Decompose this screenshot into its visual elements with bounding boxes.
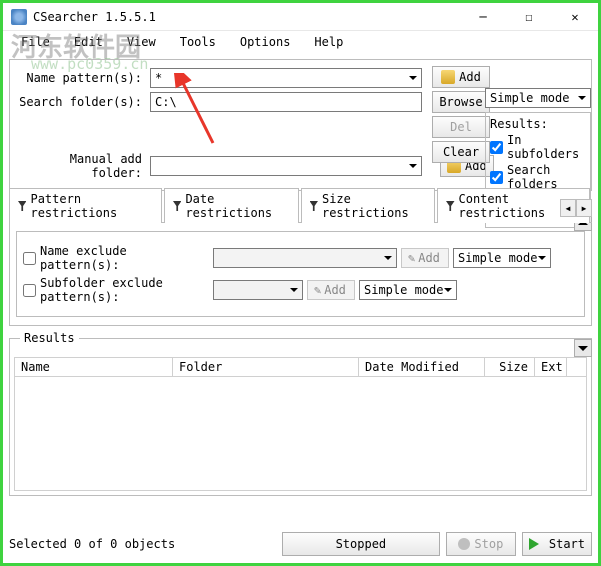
search-panel: Name pattern(s): * Search folder(s): C:\… bbox=[9, 59, 592, 191]
subfolder-exclude-combo[interactable] bbox=[213, 280, 303, 300]
maximize-button[interactable]: ☐ bbox=[506, 3, 552, 30]
menu-view[interactable]: View bbox=[115, 33, 168, 51]
status-stopped: Stopped bbox=[282, 532, 440, 556]
del-button[interactable]: Del bbox=[432, 116, 490, 138]
results-header: Name Folder Date Modified Size Ext bbox=[14, 357, 587, 377]
tab-pattern[interactable]: Pattern restrictions bbox=[9, 188, 162, 223]
funnel-icon bbox=[446, 201, 454, 211]
stop-icon bbox=[458, 538, 470, 550]
name-exclude-add[interactable]: ✎Add bbox=[401, 248, 449, 268]
menu-file[interactable]: File bbox=[9, 33, 62, 51]
search-folder-label: Search folder(s): bbox=[16, 95, 146, 109]
col-ext[interactable]: Ext bbox=[535, 358, 567, 376]
results-body[interactable] bbox=[14, 377, 587, 491]
stop-button[interactable]: Stop bbox=[446, 532, 516, 556]
panel-scroll-down[interactable] bbox=[574, 339, 592, 357]
col-name[interactable]: Name bbox=[15, 358, 173, 376]
browse-button[interactable]: Browse bbox=[432, 91, 490, 113]
name-exclude-combo[interactable] bbox=[213, 248, 397, 268]
name-exclude-mode[interactable]: Simple mode bbox=[453, 248, 551, 268]
results-legend: Results: bbox=[490, 117, 586, 131]
selection-status: Selected 0 of 0 objects bbox=[9, 537, 276, 551]
menu-options[interactable]: Options bbox=[228, 33, 303, 51]
search-folders-checkbox[interactable]: Search folders bbox=[490, 163, 586, 191]
col-size[interactable]: Size bbox=[485, 358, 535, 376]
status-bar: Selected 0 of 0 objects Stopped Stop Sta… bbox=[9, 531, 592, 557]
search-folder-input[interactable]: C:\ bbox=[150, 92, 422, 112]
menu-help[interactable]: Help bbox=[302, 33, 355, 51]
tab-content-area: Name exclude pattern(s): ✎Add Simple mod… bbox=[9, 223, 592, 326]
results-legend: Results bbox=[20, 331, 79, 345]
menu-bar: File Edit View Tools Options Help bbox=[3, 31, 598, 53]
col-folder[interactable]: Folder bbox=[173, 358, 359, 376]
subfolder-exclude-checkbox[interactable]: Subfolder exclude pattern(s): bbox=[23, 276, 209, 304]
funnel-icon bbox=[173, 201, 181, 211]
funnel-icon bbox=[18, 201, 26, 211]
col-date[interactable]: Date Modified bbox=[359, 358, 485, 376]
tab-size[interactable]: Size restrictions bbox=[301, 188, 436, 223]
title-bar: CSearcher 1.5.5.1 ─ ☐ ✕ bbox=[3, 3, 598, 31]
close-button[interactable]: ✕ bbox=[552, 3, 598, 30]
name-pattern-combo[interactable]: * bbox=[150, 68, 422, 88]
name-exclude-checkbox[interactable]: Name exclude pattern(s): bbox=[23, 244, 209, 272]
tab-scroll-right[interactable]: ▸ bbox=[576, 199, 592, 217]
name-pattern-label: Name pattern(s): bbox=[16, 71, 146, 85]
funnel-icon bbox=[310, 201, 318, 211]
restrictions-tabs: Pattern restrictions Date restrictions S… bbox=[9, 197, 592, 223]
subfolder-exclude-mode[interactable]: Simple mode bbox=[359, 280, 457, 300]
add-pattern-button[interactable]: Add bbox=[432, 66, 490, 88]
subfolder-exclude-add[interactable]: ✎Add bbox=[307, 280, 355, 300]
play-icon bbox=[529, 538, 545, 550]
subfolders-checkbox[interactable]: In subfolders bbox=[490, 133, 586, 161]
manual-add-combo[interactable] bbox=[150, 156, 422, 176]
tab-date[interactable]: Date restrictions bbox=[164, 188, 299, 223]
folder-icon bbox=[441, 70, 455, 84]
manual-add-label: Manual add folder: bbox=[16, 152, 146, 180]
app-icon bbox=[11, 9, 27, 25]
window-title: CSearcher 1.5.5.1 bbox=[33, 10, 460, 24]
mode-combo[interactable]: Simple mode bbox=[485, 88, 591, 108]
tab-scroll-left[interactable]: ◂ bbox=[560, 199, 576, 217]
menu-tools[interactable]: Tools bbox=[168, 33, 228, 51]
clear-button[interactable]: Clear bbox=[432, 141, 490, 163]
start-button[interactable]: Start bbox=[522, 532, 592, 556]
minimize-button[interactable]: ─ bbox=[460, 3, 506, 30]
results-panel: Results Name Folder Date Modified Size E… bbox=[9, 338, 592, 496]
menu-edit[interactable]: Edit bbox=[62, 33, 115, 51]
